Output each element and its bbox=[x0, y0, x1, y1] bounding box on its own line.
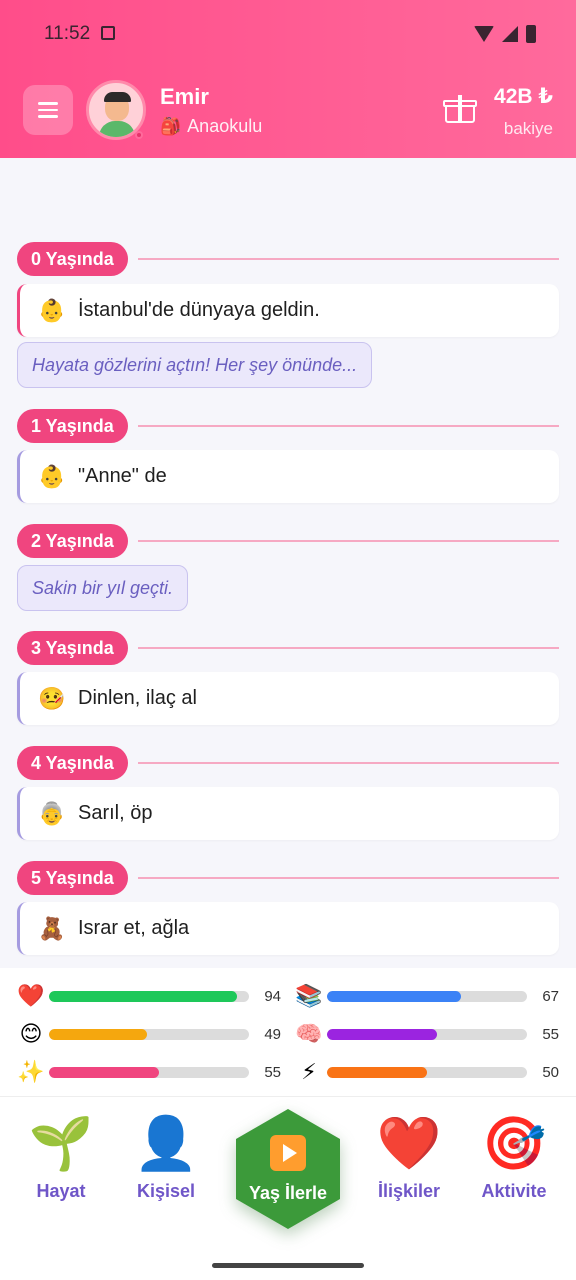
age-header: 2 Yaşında bbox=[17, 524, 559, 558]
baby-icon: 👶 bbox=[38, 463, 66, 489]
health-stat: ❤️ 94 bbox=[17, 982, 281, 1010]
target-icon: 🎯 bbox=[481, 1114, 547, 1173]
balance: 42B ₺ bakiye bbox=[494, 84, 553, 139]
event-card: 👵 Sarıl, öp bbox=[17, 787, 559, 840]
stat-bar bbox=[327, 1066, 527, 1078]
heart-icon: ❤️ bbox=[376, 1114, 442, 1173]
age-badge: 5 Yaşında bbox=[17, 861, 128, 895]
happiness-stat: 😊 49 bbox=[17, 1020, 281, 1048]
divider bbox=[137, 762, 559, 764]
stat-value: 50 bbox=[542, 1063, 559, 1081]
brain-icon: 🧠 bbox=[295, 1021, 323, 1046]
stat-value: 49 bbox=[264, 1025, 281, 1043]
balance-label: bakiye bbox=[503, 119, 553, 138]
event-note: Sakin bir yıl geçti. bbox=[17, 565, 189, 611]
event-card: 👶 İstanbul'de dünyaya geldin. bbox=[17, 284, 559, 337]
event-card: 🤒 Dinlen, ilaç al bbox=[17, 672, 559, 725]
energy-stat: ⚡ 50 bbox=[295, 1058, 559, 1086]
nav-label: Kişisel bbox=[136, 1181, 196, 1201]
age-header: 4 Yaşında bbox=[17, 746, 559, 780]
balance-amount: 42B ₺ bbox=[494, 85, 553, 108]
lightning-icon: ⚡ bbox=[301, 1059, 317, 1084]
age-header: 3 Yaşında bbox=[17, 631, 559, 665]
stats-panel: ❤️ 94 📚 67 😊 49 🧠 55 ✨ 55 ⚡ 50 bbox=[0, 968, 576, 1096]
age-badge: 1 Yaşında bbox=[17, 409, 128, 443]
event-text: İstanbul'de dünyaya geldin. bbox=[78, 299, 320, 321]
age-header: 5 Yaşında bbox=[17, 861, 559, 895]
stat-bar bbox=[49, 1028, 249, 1040]
age-badge: 0 Yaşında bbox=[17, 242, 128, 276]
level-label: Anaokulu bbox=[187, 116, 263, 136]
intelligence-stat: 📚 67 bbox=[295, 982, 559, 1010]
status-time: 11:52 bbox=[44, 23, 91, 44]
status-dot bbox=[135, 131, 143, 139]
event-text: "Anne" de bbox=[78, 465, 167, 487]
nav-aktivite[interactable]: 🎯 Aktivite bbox=[459, 1107, 569, 1202]
player-name: Emir bbox=[160, 84, 209, 109]
stat-bar bbox=[49, 990, 249, 1002]
event-text: Israr et, ağla bbox=[78, 917, 190, 939]
wifi-icon bbox=[474, 26, 494, 42]
event-text: Dinlen, ilaç al bbox=[78, 687, 197, 709]
status-bar: 11:52 bbox=[44, 22, 536, 46]
nav-hayat[interactable]: 🌱 Hayat bbox=[6, 1107, 116, 1202]
nav-label: Hayat bbox=[36, 1181, 86, 1201]
backpack-icon: 🎒 bbox=[160, 116, 182, 136]
teddy-bear-icon: 🧸 bbox=[38, 915, 66, 941]
battery-icon bbox=[526, 25, 536, 43]
sprout-icon: 🌱 bbox=[28, 1114, 94, 1173]
sparkles-icon: ✨ bbox=[17, 1059, 45, 1084]
nav-label: İlişkiler bbox=[377, 1181, 441, 1201]
looks-stat: ✨ 55 bbox=[17, 1058, 281, 1086]
baby-icon: 👶 bbox=[38, 297, 66, 323]
age-up-label: Yaş İlerle bbox=[248, 1182, 328, 1203]
menu-button[interactable] bbox=[23, 85, 73, 135]
bottom-navigation: 🌱 Hayat 👤 Kişisel Yaş İlerle ❤️ İlişkile… bbox=[0, 1096, 576, 1280]
smile-icon: 😊 bbox=[19, 1021, 43, 1046]
age-header: 0 Yaşında bbox=[17, 242, 559, 276]
signal-icon bbox=[502, 26, 518, 42]
event-card: 👶 "Anne" de bbox=[17, 450, 559, 503]
player-level: 🎒 Anaokulu bbox=[160, 116, 262, 137]
play-icon bbox=[270, 1134, 306, 1171]
stat-bar bbox=[327, 1028, 527, 1040]
home-indicator[interactable] bbox=[212, 1263, 364, 1268]
event-text: Sarıl, öp bbox=[78, 802, 153, 824]
stat-bar bbox=[327, 990, 527, 1002]
sick-face-icon: 🤒 bbox=[38, 685, 66, 711]
age-badge: 3 Yaşında bbox=[17, 631, 128, 665]
heart-icon: ❤️ bbox=[17, 983, 45, 1008]
gift-icon[interactable] bbox=[443, 95, 477, 123]
nav-kisisel[interactable]: 👤 Kişisel bbox=[111, 1107, 221, 1202]
menu-icon bbox=[38, 102, 58, 105]
event-note: Hayata gözlerini açtın! Her şey önünde..… bbox=[17, 342, 373, 388]
age-up-button[interactable]: Yaş İlerle bbox=[236, 1109, 340, 1229]
stat-value: 67 bbox=[542, 987, 559, 1005]
stat-bar bbox=[49, 1066, 249, 1078]
divider bbox=[137, 425, 559, 427]
age-badge: 2 Yaşında bbox=[17, 524, 128, 558]
life-timeline[interactable]: 0 Yaşında 👶 İstanbul'de dünyaya geldin. … bbox=[0, 158, 576, 968]
nav-iliskiler[interactable]: ❤️ İlişkiler bbox=[354, 1107, 464, 1202]
app-header: 11:52 Emir 🎒 Anaokulu 42B ₺ bakiye bbox=[0, 0, 576, 158]
nav-label: Aktivite bbox=[481, 1181, 547, 1201]
divider bbox=[137, 540, 559, 542]
grandma-icon: 👵 bbox=[38, 800, 66, 826]
books-icon: 📚 bbox=[295, 983, 323, 1008]
divider bbox=[137, 647, 559, 649]
divider bbox=[137, 877, 559, 879]
stat-value: 94 bbox=[264, 987, 281, 1005]
stat-value: 55 bbox=[542, 1025, 559, 1043]
stat-value: 55 bbox=[264, 1063, 281, 1081]
age-header: 1 Yaşında bbox=[17, 409, 559, 443]
event-card: 🧸 Israr et, ağla bbox=[17, 902, 559, 955]
divider bbox=[137, 258, 559, 260]
age-badge: 4 Yaşında bbox=[17, 746, 128, 780]
screenshot-icon bbox=[100, 26, 115, 40]
person-icon: 👤 bbox=[133, 1114, 199, 1173]
mind-stat: 🧠 55 bbox=[295, 1020, 559, 1048]
